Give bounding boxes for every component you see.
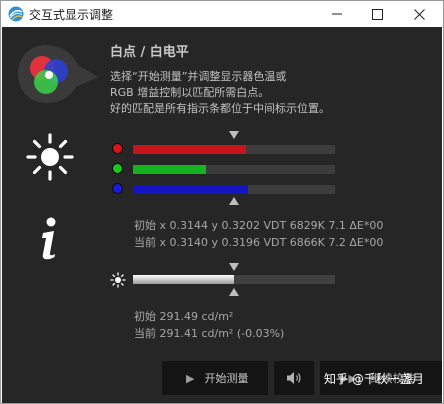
white-point-current: 当前 x 0.3140 y 0.3196 VDT 6866K 7.2 ΔE*00 — [134, 236, 384, 249]
app-icon — [8, 6, 24, 22]
close-icon — [413, 8, 425, 20]
watermark: 知乎 @千秋一盏月 — [324, 372, 424, 386]
red-bar-fill — [133, 145, 247, 154]
maximize-icon — [371, 8, 383, 20]
maximize-button[interactable] — [357, 1, 397, 27]
white-point-sun-icon — [26, 133, 74, 181]
title-bar[interactable]: 交互式显示调整 — [1, 1, 443, 27]
green-bar-fill — [133, 165, 206, 174]
content-panel: 白点 / 白电平 选择“开始测量”并调整显示器色温或 RGB 增益控制以匹配所需… — [2, 27, 442, 403]
start-measurement-button[interactable]: ▶ 开始测量 — [162, 361, 268, 395]
speaker-icon — [287, 372, 301, 384]
window-title: 交互式显示调整 — [29, 8, 114, 22]
brightness-current: 当前 291.41 cd/m² (-0.03%) — [134, 327, 285, 340]
sound-toggle-button[interactable] — [274, 361, 314, 395]
brightness-bar — [133, 275, 335, 284]
section-heading: 白点 / 白电平 — [110, 45, 189, 60]
blue-dot-icon — [112, 183, 123, 194]
brightness-target-marker-top — [229, 263, 239, 271]
red-dot-icon — [112, 143, 123, 154]
rgb-target-marker-bottom — [229, 197, 239, 205]
instruction-line: 好的匹配是所有指示条都位于中间标示位置。 — [110, 102, 330, 115]
white-point-initial: 初始 x 0.3144 y 0.3202 VDT 6829K 7.1 ΔE*00 — [134, 219, 384, 232]
rgb-color-logo — [18, 45, 98, 103]
start-measurement-label: 开始测量 — [204, 372, 249, 385]
minimize-button[interactable] — [317, 1, 357, 27]
brightness-initial: 初始 291.49 cd/m² — [134, 310, 234, 323]
instruction-line: 选择“开始测量”并调整显示器色温或 — [110, 70, 287, 83]
info-icon — [42, 217, 56, 260]
rgb-target-marker-top — [229, 131, 239, 139]
instruction-line: RGB 增益控制以匹配所需白点。 — [110, 86, 270, 99]
close-button[interactable] — [399, 1, 439, 27]
brightness-sun-icon — [110, 272, 126, 288]
red-bar — [133, 145, 335, 154]
instructions: 选择“开始测量”并调整显示器色温或 RGB 增益控制以匹配所需白点。 好的匹配是… — [110, 69, 330, 117]
play-icon: ▶ — [186, 371, 195, 385]
minimize-icon — [332, 13, 342, 15]
blue-bar-fill — [133, 185, 249, 194]
brightness-bar-fill — [133, 275, 234, 284]
green-bar — [133, 165, 335, 174]
brightness-target-marker-bottom — [229, 288, 239, 296]
green-dot-icon — [112, 163, 123, 174]
blue-bar — [133, 185, 335, 194]
dialog-window: 交互式显示调整 白点 / 白电平 选择“开始测量”并调整显示器色温或 RGB 增… — [0, 0, 444, 404]
